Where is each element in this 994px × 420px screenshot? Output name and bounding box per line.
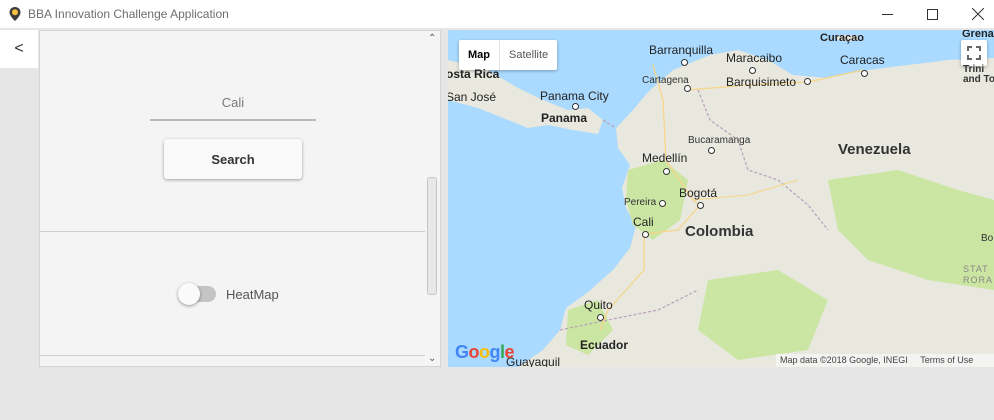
map-type-satellite[interactable]: Satellite [500,40,557,70]
map-label-state-1: STAT [963,264,989,274]
map-marker [597,314,604,321]
map-type-control: Map Satellite [459,40,558,70]
window-title: BBA Innovation Challenge Application [28,7,229,21]
maximize-button[interactable] [909,0,955,28]
close-icon [972,8,984,20]
toggle-knob [178,283,200,305]
heatmap-section: HeatMap [40,232,425,356]
map-marker [697,202,704,209]
map-marker [681,59,688,66]
map-label-grenada: Grenac [962,30,994,40]
map-label-colombia: Colombia [685,223,754,240]
map-label-bogota: Bogotá [679,186,718,200]
map-marker [572,103,579,110]
map-label-quito: Quito [584,298,613,312]
title-bar: BBA Innovation Challenge Application [0,0,994,28]
map-terrain [448,30,994,367]
map-label-san-jose: San José [448,90,497,104]
map-marker [659,200,666,207]
map-marker [861,70,868,77]
back-button[interactable]: < [0,30,38,68]
google-logo: Google [455,342,515,362]
map-marker [749,67,756,74]
scroll-thumb[interactable] [427,177,437,295]
map-view[interactable]: Map Satellite Curaçao Grenac Barranquill… [448,30,994,367]
map-label-pereira: Pereira [624,197,657,208]
map-label-panama-city: Panama City [540,89,609,103]
map-label-curacao: Curaçao [820,32,865,44]
terms-link[interactable]: Terms of Use [920,355,973,365]
chevron-up-icon[interactable]: ⌃ [428,33,436,44]
map-label-caracas: Caracas [840,53,885,67]
map-label-panama: Panama [541,111,588,125]
map-label-trinidad-2: and To [963,74,994,85]
map-marker [708,147,715,154]
maximize-icon [926,8,938,20]
map-label-barranquilla: Barranquilla [649,43,714,57]
minimize-icon [881,13,893,15]
map-data-credit: Map data ©2018 Google, INEGI [780,355,908,365]
search-section: Cali Search [40,31,425,232]
app-logo-icon [9,7,21,21]
map-label-ecuador: Ecuador [580,338,629,352]
map-marker [804,78,811,85]
map-attribution: Map data ©2018 Google, INEGI Terms of Us… [776,354,994,367]
map-label-bo: Bo [981,233,994,244]
map-label-cali: Cali [633,215,654,229]
map-type-map[interactable]: Map [459,40,500,70]
map-marker [663,168,670,175]
map-marker [642,231,649,238]
control-panel: Cali Search HeatMap ⌃ ⌄ [39,30,441,367]
map-marker [684,85,691,92]
panel-scrollbar[interactable]: ⌃ ⌄ [425,31,440,366]
fullscreen-icon [967,46,981,60]
chevron-down-icon[interactable]: ⌄ [428,353,436,364]
map-label-guayaquil: Guayaquil [506,355,561,367]
heatmap-label: HeatMap [226,287,279,302]
city-search-input[interactable]: Cali [150,91,316,121]
minimize-button[interactable] [864,0,910,28]
map-label-costa-rica: osta Rica [448,67,500,81]
map-label-barquisimeto: Barquisimeto [726,75,797,89]
fullscreen-button[interactable] [961,40,987,66]
search-button[interactable]: Search [164,139,302,179]
map-label-state-2: RORA [963,275,994,285]
map-label-medellin: Medellín [642,151,688,165]
heatmap-toggle[interactable] [178,283,216,305]
map-label-cartagena: Cartagena [642,75,689,86]
close-button[interactable] [955,0,994,28]
map-label-bucaramanga: Bucaramanga [688,135,751,146]
map-label-venezuela: Venezuela [838,141,911,158]
map-label-maracaibo: Maracaibo [726,51,783,65]
